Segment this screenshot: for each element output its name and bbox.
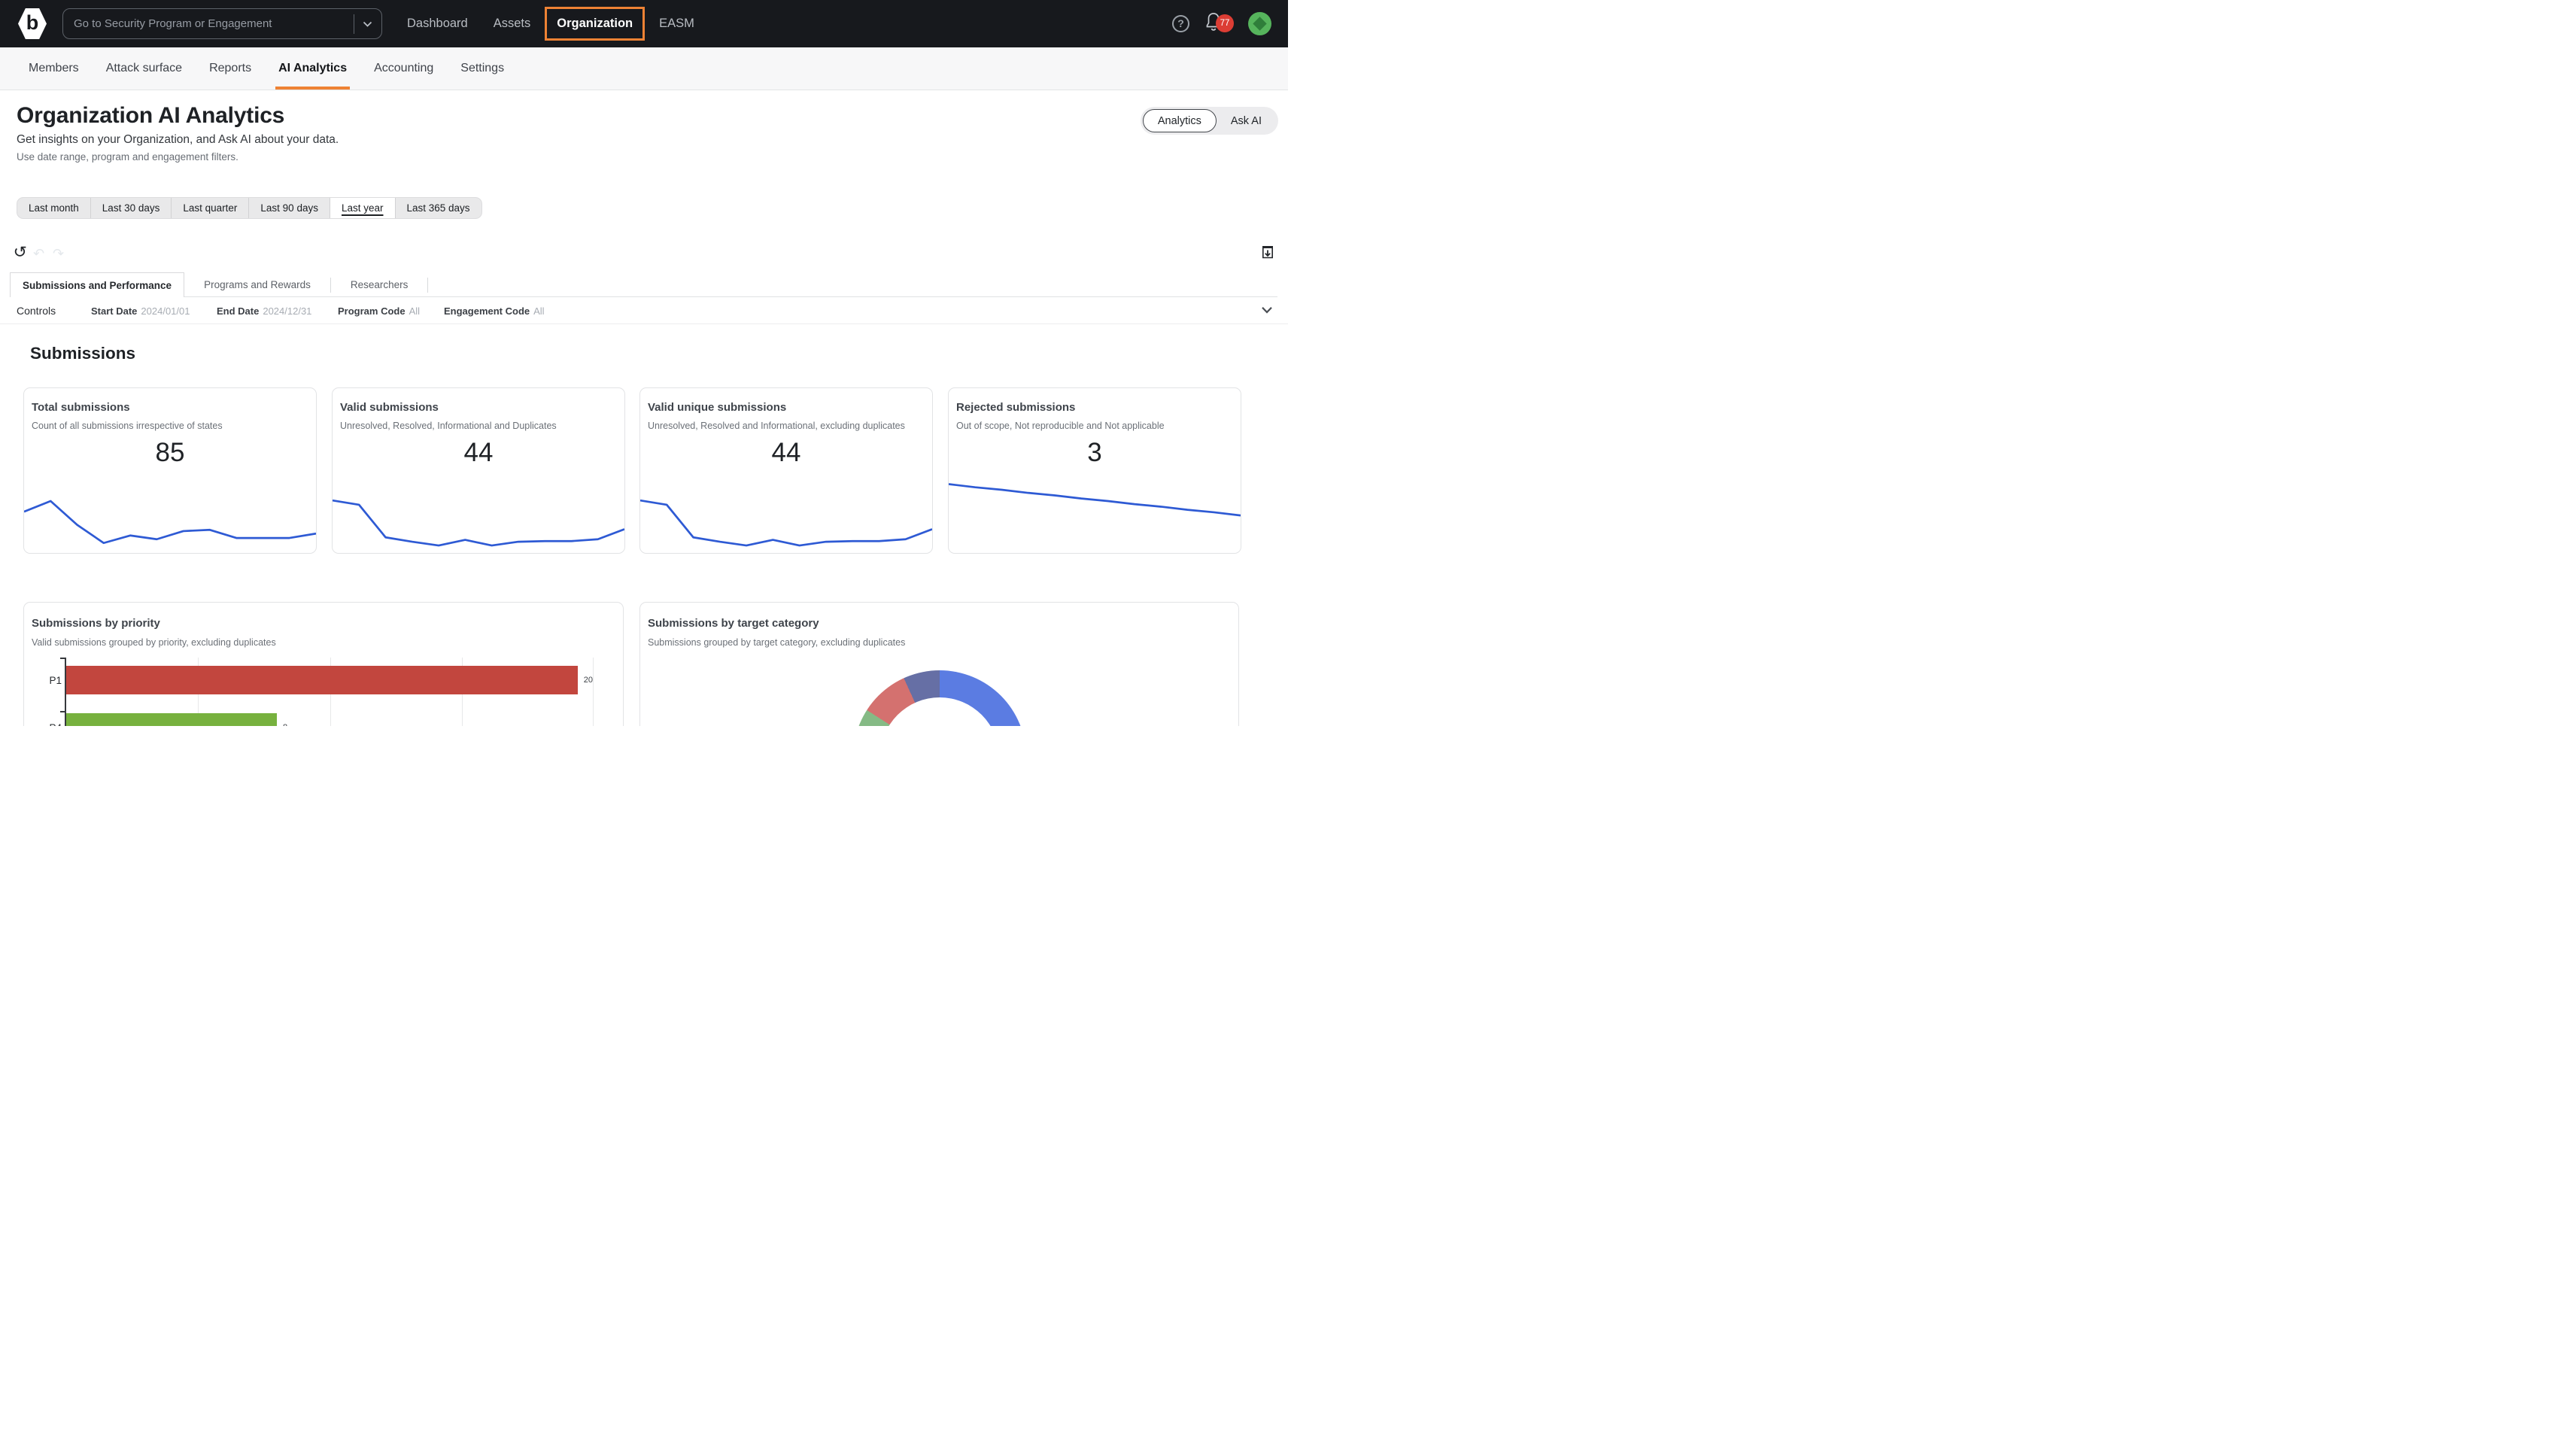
- card-description: Unresolved, Resolved and Informational, …: [648, 421, 905, 431]
- main-content: Organization AI Analytics Get insights o…: [0, 90, 1288, 726]
- tab-members[interactable]: Members: [15, 47, 93, 90]
- notification-badge: 77: [1216, 14, 1234, 32]
- bar-row-p1: 20: [66, 666, 593, 694]
- tab-researchers[interactable]: Researchers: [331, 272, 428, 297]
- sparkline-chart: [333, 481, 624, 548]
- card-submissions-by-target-category: Submissions by target category Submissio…: [639, 602, 1239, 726]
- app-window: b Go to Security Program or Engagement D…: [0, 0, 1288, 726]
- tab-accounting[interactable]: Accounting: [360, 47, 447, 90]
- chart-title: Submissions by target category: [648, 617, 819, 630]
- sparkline-chart: [640, 481, 932, 548]
- page-title: Organization AI Analytics: [17, 103, 285, 128]
- bar-chart-plot: 20 8: [60, 658, 594, 726]
- tab-programs-and-rewards[interactable]: Programs and Rewards: [184, 272, 330, 297]
- nav-organization[interactable]: Organization: [545, 7, 646, 41]
- nav-easm[interactable]: EASM: [646, 17, 707, 31]
- filter-start-date[interactable]: Start Date 2024/01/01: [91, 305, 190, 317]
- redo-icon: ↷: [53, 246, 65, 261]
- toggle-analytics[interactable]: Analytics: [1142, 109, 1217, 132]
- card-valid-submissions: Valid submissions Unresolved, Resolved, …: [332, 387, 625, 554]
- chart-subtitle: Submissions grouped by target category, …: [648, 637, 906, 648]
- card-rejected-submissions: Rejected submissions Out of scope, Not r…: [948, 387, 1241, 554]
- donut-chart[interactable]: [853, 670, 1026, 726]
- bar-p4[interactable]: [66, 713, 277, 726]
- card-total-submissions: Total submissions Count of all submissio…: [23, 387, 317, 554]
- undo-icon: ↶: [33, 246, 45, 261]
- axis-tick: [60, 711, 66, 712]
- card-description: Unresolved, Resolved, Informational and …: [340, 421, 557, 431]
- sparkline-chart: [949, 481, 1241, 548]
- sparkline-chart: [24, 481, 316, 548]
- card-description: Count of all submissions irrespective of…: [32, 421, 223, 431]
- nav-dashboard[interactable]: Dashboard: [394, 17, 481, 31]
- user-avatar[interactable]: [1248, 12, 1271, 35]
- report-tabs: Submissions and Performance Programs and…: [10, 272, 429, 297]
- tab-settings[interactable]: Settings: [447, 47, 518, 90]
- org-tabbar: Members Attack surface Reports AI Analyt…: [0, 47, 1288, 90]
- header-nav: Dashboard Assets Organization EASM: [394, 7, 707, 41]
- card-value: 44: [463, 438, 494, 467]
- card-title: Valid submissions: [340, 401, 439, 414]
- card-value: 85: [155, 438, 185, 467]
- controls-bar[interactable]: Controls Start Date 2024/01/01 End Date 20…: [0, 300, 1288, 324]
- bar-value-label: 8: [283, 723, 287, 726]
- filter-engagement-code[interactable]: Engagement Code All: [444, 305, 545, 317]
- filter-program-code[interactable]: Program Code All: [338, 305, 420, 317]
- tab-ai-analytics[interactable]: AI Analytics: [265, 47, 360, 90]
- axis-label-p4: P4: [32, 722, 62, 726]
- bar-p1[interactable]: [66, 666, 578, 694]
- card-value: 44: [771, 438, 801, 467]
- filter-last-30-days[interactable]: Last 30 days: [91, 198, 172, 218]
- toggle-ask-ai[interactable]: Ask AI: [1217, 109, 1276, 132]
- page-subtitle: Get insights on your Organization, and A…: [17, 133, 339, 146]
- card-title: Valid unique submissions: [648, 401, 787, 414]
- download-icon[interactable]: [1261, 246, 1274, 259]
- search-placeholder: Go to Security Program or Engagement: [74, 17, 272, 30]
- filter-last-90-days[interactable]: Last 90 days: [249, 198, 330, 218]
- chart-title: Submissions by priority: [32, 617, 160, 630]
- card-submissions-by-priority: Submissions by priority Valid submission…: [23, 602, 624, 726]
- tab-separator: [427, 277, 429, 293]
- header-actions: ? 77: [1172, 12, 1271, 36]
- chevron-down-icon[interactable]: [363, 21, 372, 27]
- filter-end-date[interactable]: End Date 2024/12/31: [217, 305, 311, 317]
- avatar-glyph: [1253, 17, 1267, 31]
- tab-submissions-and-performance[interactable]: Submissions and Performance: [10, 272, 185, 297]
- filter-last-year[interactable]: Last year: [330, 198, 396, 218]
- filter-last-365-days[interactable]: Last 365 days: [396, 198, 481, 218]
- section-title: Submissions: [30, 344, 136, 363]
- chevron-down-icon[interactable]: [1261, 306, 1273, 314]
- card-description: Out of scope, Not reproducible and Not a…: [956, 421, 1165, 431]
- card-title: Rejected submissions: [956, 401, 1076, 414]
- card-valid-unique-submissions: Valid unique submissions Unresolved, Res…: [639, 387, 933, 554]
- help-icon[interactable]: ?: [1172, 15, 1189, 32]
- controls-label: Controls: [17, 305, 56, 317]
- mode-toggle: Analytics Ask AI: [1140, 107, 1278, 135]
- bar-value-label: 20: [583, 676, 593, 685]
- axis-label-p1: P1: [49, 675, 62, 686]
- refresh-icon[interactable]: ↺: [14, 245, 27, 260]
- card-title: Total submissions: [32, 401, 130, 414]
- filter-last-month[interactable]: Last month: [17, 198, 91, 218]
- axis-tick: [60, 658, 66, 659]
- gridline: [593, 658, 594, 726]
- bugcrowd-logo[interactable]: b: [18, 8, 47, 39]
- program-search-combobox[interactable]: Go to Security Program or Engagement: [62, 8, 382, 39]
- bar-row-p4: 8: [66, 713, 593, 726]
- tab-reports[interactable]: Reports: [196, 47, 265, 90]
- tab-attack-surface[interactable]: Attack surface: [93, 47, 196, 90]
- card-value: 3: [1087, 438, 1102, 467]
- filter-last-quarter[interactable]: Last quarter: [172, 198, 250, 218]
- page-hint: Use date range, program and engagement f…: [17, 151, 238, 163]
- notifications-button[interactable]: 77: [1205, 12, 1234, 36]
- date-range-filter: Last month Last 30 days Last quarter Las…: [17, 197, 482, 219]
- nav-assets[interactable]: Assets: [481, 17, 544, 31]
- app-header: b Go to Security Program or Engagement D…: [0, 0, 1288, 47]
- chart-subtitle: Valid submissions grouped by priority, e…: [32, 637, 276, 648]
